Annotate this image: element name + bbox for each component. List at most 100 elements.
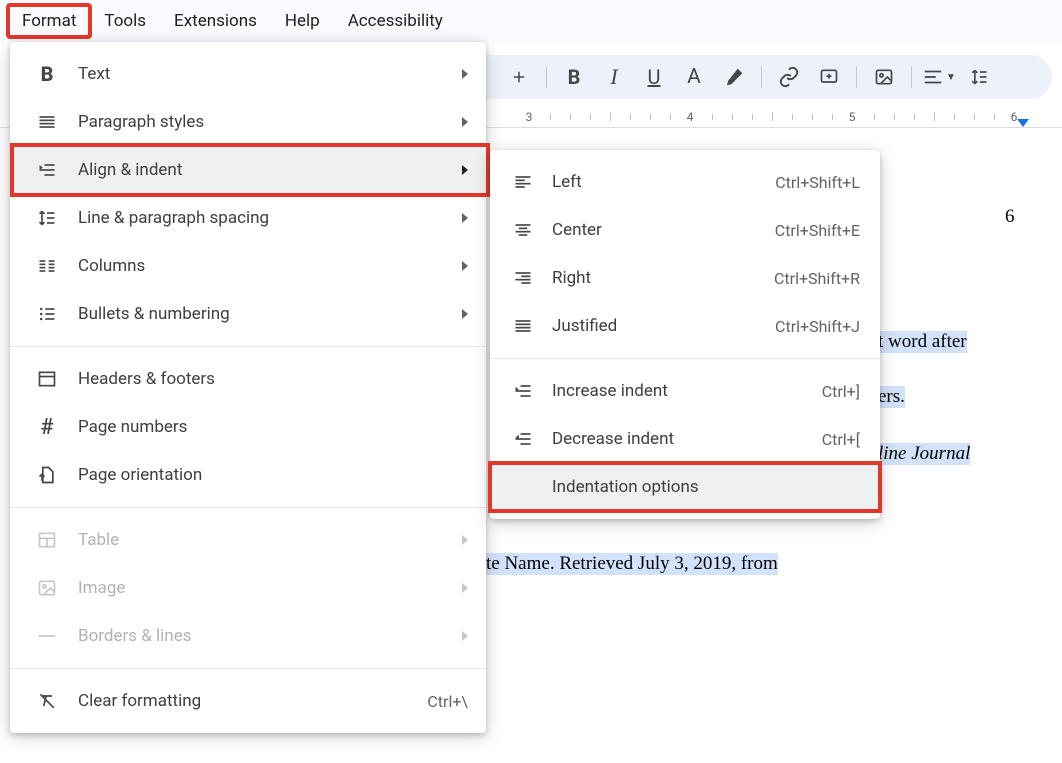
toolbar-separator <box>546 66 547 88</box>
menu-item-page-orientation[interactable]: Page orientation <box>10 451 486 499</box>
submenu-item-label: Left <box>552 172 775 192</box>
menu-item-line-spacing[interactable]: Line & paragraph spacing <box>10 194 486 242</box>
bold-icon: B <box>34 62 60 86</box>
menu-item-paragraph-styles[interactable]: Paragraph styles <box>10 98 486 146</box>
submenu-item-shortcut: Ctrl+Shift+L <box>775 173 860 192</box>
menubar: Format Tools Extensions Help Accessibili… <box>0 0 1062 42</box>
menu-item-label: Paragraph styles <box>78 112 462 132</box>
menu-item-label: Page orientation <box>78 465 468 485</box>
chevron-right-icon <box>462 69 468 79</box>
align-left-icon <box>510 172 536 192</box>
menu-item-label: Page numbers <box>78 417 468 437</box>
submenu-item-label: Justified <box>552 316 775 336</box>
line-spacing-button[interactable] <box>960 61 998 93</box>
toolbar-separator <box>911 66 912 88</box>
menu-format[interactable]: Format <box>8 5 90 37</box>
toolbar-separator <box>856 66 857 88</box>
chevron-right-icon <box>462 583 468 593</box>
headers-footers-icon <box>34 369 60 389</box>
submenu-item-shortcut: Ctrl+Shift+R <box>774 269 860 288</box>
menu-item-headers-footers[interactable]: Headers & footers <box>10 355 486 403</box>
submenu-item-shortcut: Ctrl+Shift+J <box>775 317 860 336</box>
submenu-item-shortcut: Ctrl+Shift+E <box>775 221 860 240</box>
menu-item-label: Image <box>78 578 462 598</box>
menu-item-label: Text <box>78 64 462 84</box>
ruler-number: 5 <box>849 110 856 124</box>
menu-help[interactable]: Help <box>271 5 334 37</box>
bold-button[interactable]: B <box>555 61 593 93</box>
menu-separator <box>10 346 486 347</box>
menu-item-label: Borders & lines <box>78 626 462 646</box>
menu-separator <box>490 358 880 359</box>
document-text-fragment: te Name. Retrieved July 3, 2019, from <box>486 553 778 575</box>
chevron-right-icon <box>462 535 468 545</box>
menu-item-shortcut: Ctrl+\ <box>427 692 468 711</box>
submenu-item-label: Indentation options <box>552 477 860 497</box>
submenu-item-align-center[interactable]: Center Ctrl+Shift+E <box>490 206 880 254</box>
menu-item-image: Image <box>10 564 486 612</box>
document-text-fragment: ers. <box>878 386 905 408</box>
chevron-right-icon <box>462 165 468 175</box>
menu-tools[interactable]: Tools <box>90 5 160 37</box>
menu-item-table: Table <box>10 516 486 564</box>
submenu-item-shortcut: Ctrl+] <box>822 382 860 401</box>
menu-item-label: Bullets & numbering <box>78 304 462 324</box>
format-menu: B Text Paragraph styles Align & indent L… <box>10 42 486 733</box>
line-spacing-icon <box>34 208 60 228</box>
menu-item-label: Align & indent <box>78 160 462 180</box>
increase-indent-icon <box>510 381 536 401</box>
align-justified-icon <box>510 316 536 336</box>
italic-button[interactable]: I <box>595 61 633 93</box>
bullets-numbering-icon <box>34 304 60 324</box>
submenu-item-indentation-options[interactable]: Indentation options <box>490 463 880 511</box>
chevron-right-icon <box>462 117 468 127</box>
align-indent-submenu: Left Ctrl+Shift+L Center Ctrl+Shift+E Ri… <box>490 150 880 519</box>
align-center-icon <box>510 220 536 240</box>
insert-link-button[interactable] <box>770 61 808 93</box>
borders-lines-icon <box>34 629 60 643</box>
menu-item-label: Columns <box>78 256 462 276</box>
page-numbers-icon: # <box>34 415 60 440</box>
menu-accessibility[interactable]: Accessibility <box>334 5 457 37</box>
decrease-indent-icon <box>510 429 536 449</box>
menu-item-label: Line & paragraph spacing <box>78 208 462 228</box>
submenu-item-label: Center <box>552 220 775 240</box>
submenu-item-align-justified[interactable]: Justified Ctrl+Shift+J <box>490 302 880 350</box>
text-color-button[interactable]: A <box>675 61 713 93</box>
submenu-item-align-left[interactable]: Left Ctrl+Shift+L <box>490 158 880 206</box>
submenu-item-increase-indent[interactable]: Increase indent Ctrl+] <box>490 367 880 415</box>
chevron-right-icon <box>462 309 468 319</box>
menu-item-text[interactable]: B Text <box>10 50 486 98</box>
document-text-fragment: line Journal <box>878 443 970 465</box>
align-dropdown-button[interactable]: ▼ <box>920 61 958 93</box>
align-indent-icon <box>34 160 60 180</box>
submenu-item-decrease-indent[interactable]: Decrease indent Ctrl+[ <box>490 415 880 463</box>
page-number: 6 <box>1005 206 1015 228</box>
ruler-number: 4 <box>687 110 694 124</box>
menu-item-bullets-numbering[interactable]: Bullets & numbering <box>10 290 486 338</box>
menu-item-clear-formatting[interactable]: Clear formatting Ctrl+\ <box>10 677 486 725</box>
menu-item-label: Table <box>78 530 462 550</box>
submenu-item-align-right[interactable]: Right Ctrl+Shift+R <box>490 254 880 302</box>
underline-button[interactable]: U <box>635 61 673 93</box>
menu-extensions[interactable]: Extensions <box>160 5 271 37</box>
insert-image-button[interactable] <box>865 61 903 93</box>
clear-formatting-icon <box>34 691 60 711</box>
ruler-indent-marker[interactable] <box>1017 119 1029 127</box>
image-icon <box>34 578 60 598</box>
menu-item-borders-lines: Borders & lines <box>10 612 486 660</box>
menu-item-columns[interactable]: Columns <box>10 242 486 290</box>
submenu-item-label: Decrease indent <box>552 429 822 449</box>
add-comment-button[interactable] <box>810 61 848 93</box>
document-text-fragment: t word after <box>878 331 967 353</box>
menu-separator <box>10 668 486 669</box>
submenu-item-shortcut: Ctrl+[ <box>822 430 860 449</box>
font-size-increase-button[interactable] <box>500 61 538 93</box>
menu-item-page-numbers[interactable]: # Page numbers <box>10 403 486 451</box>
submenu-item-label: Right <box>552 268 774 288</box>
menu-item-align-indent[interactable]: Align & indent <box>10 146 486 194</box>
highlight-color-button[interactable] <box>715 61 753 93</box>
menu-item-label: Clear formatting <box>78 691 427 711</box>
align-right-icon <box>510 268 536 288</box>
table-icon <box>34 530 60 550</box>
